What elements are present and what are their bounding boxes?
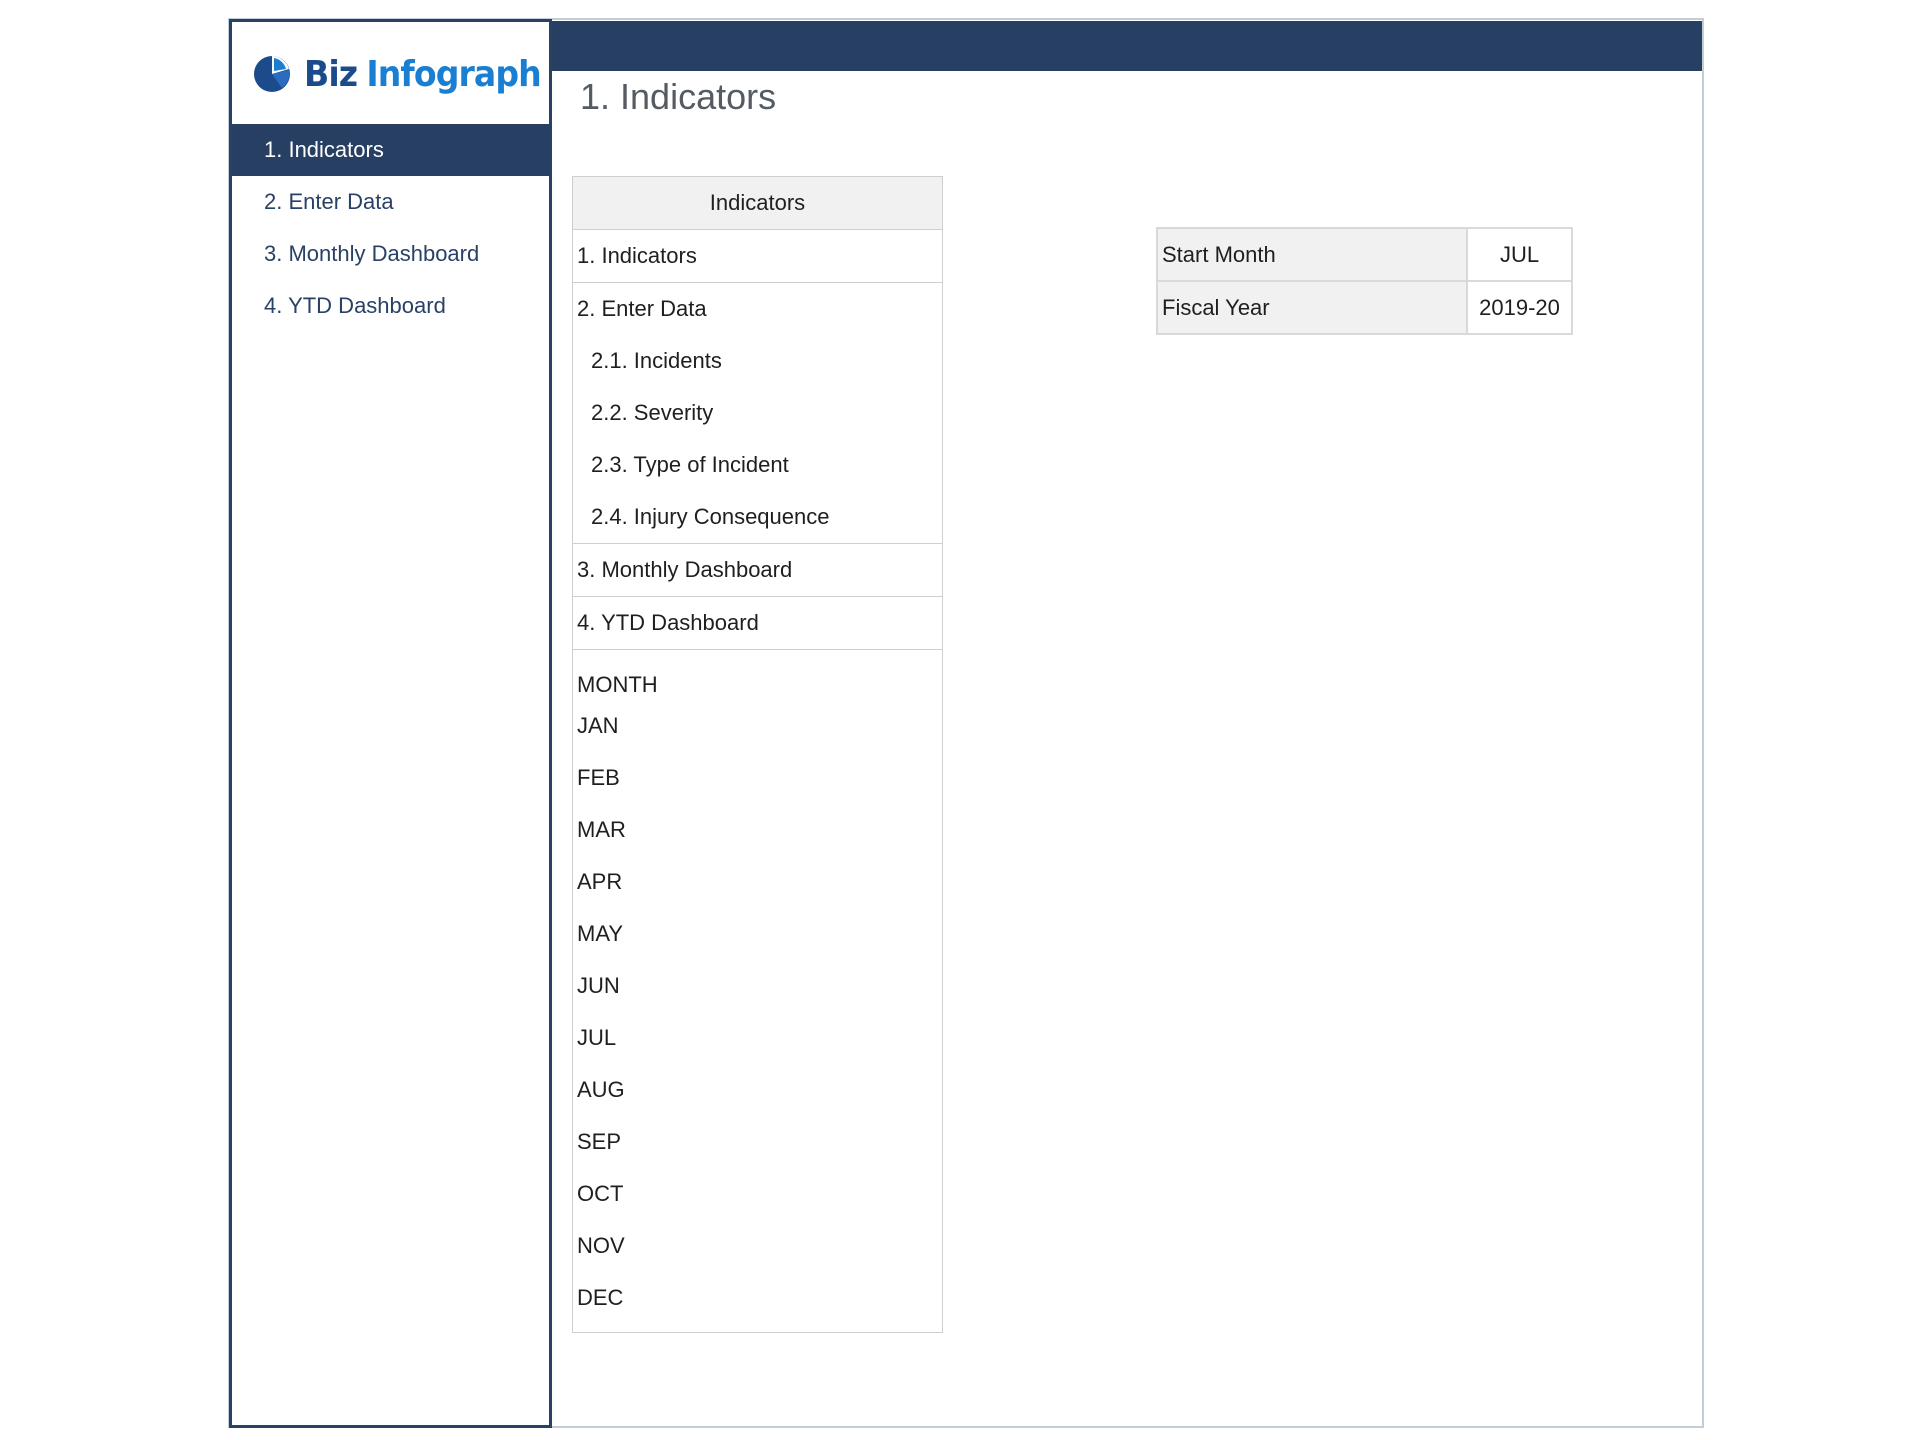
indicators-table-header: Indicators [573,177,942,230]
table-row: Start Month JUL [1156,227,1573,282]
month-item[interactable]: APR [573,856,942,908]
sidebar-nav: 1. Indicators 2. Enter Data 3. Monthly D… [232,124,549,332]
header-bar [552,21,1702,71]
pie-chart-icon [254,56,290,92]
brand-name: Biz Infograph [304,53,542,95]
fiscal-year-value[interactable]: 2019-20 [1466,280,1573,335]
link-incidents[interactable]: 2.1. Incidents [573,335,942,387]
month-item[interactable]: SEP [573,1116,942,1168]
month-item[interactable]: JUN [573,960,942,1012]
link-injury-consequence[interactable]: 2.4. Injury Consequence [573,491,942,544]
sidebar-item-ytd-dashboard[interactable]: 4. YTD Dashboard [232,280,549,332]
month-item[interactable]: JAN [573,700,942,752]
month-list: MONTH JAN FEB MAR APR MAY JUN JUL AUG SE… [573,650,942,1332]
brand-name-part1: Biz [304,53,358,95]
link-enter-data[interactable]: 2. Enter Data [573,283,942,335]
link-type-of-incident[interactable]: 2.3. Type of Incident [573,439,942,491]
page-title: 1. Indicators [580,76,777,117]
link-ytd-dashboard[interactable]: 4. YTD Dashboard [573,597,942,650]
sidebar-item-indicators[interactable]: 1. Indicators [232,124,549,176]
start-month-label: Start Month [1156,227,1468,282]
start-month-value[interactable]: JUL [1466,227,1573,282]
brand-name-part2: Infograph [366,53,541,95]
month-item[interactable]: NOV [573,1220,942,1272]
brand-logo[interactable]: Biz Infograph [252,44,561,104]
link-severity[interactable]: 2.2. Severity [573,387,942,439]
fiscal-year-label: Fiscal Year [1156,280,1468,335]
month-item[interactable]: JUL [573,1012,942,1064]
link-indicators[interactable]: 1. Indicators [573,230,942,283]
month-item[interactable]: DEC [573,1272,942,1324]
month-item[interactable]: OCT [573,1168,942,1220]
sidebar-item-enter-data[interactable]: 2. Enter Data [232,176,549,228]
link-monthly-dashboard[interactable]: 3. Monthly Dashboard [573,544,942,597]
indicators-table: Indicators 1. Indicators 2. Enter Data 2… [572,176,943,1333]
month-item[interactable]: MAY [573,908,942,960]
sidebar-item-monthly-dashboard[interactable]: 3. Monthly Dashboard [232,228,549,280]
month-item[interactable]: MAR [573,804,942,856]
month-item[interactable]: FEB [573,752,942,804]
month-list-header: MONTH [577,672,658,697]
sidebar: Biz Infograph 1. Indicators 2. Enter Data… [229,19,552,1428]
table-row: Fiscal Year 2019-20 [1156,280,1573,335]
settings-table: Start Month JUL Fiscal Year 2019-20 [1156,227,1573,335]
month-item[interactable]: AUG [573,1064,942,1116]
